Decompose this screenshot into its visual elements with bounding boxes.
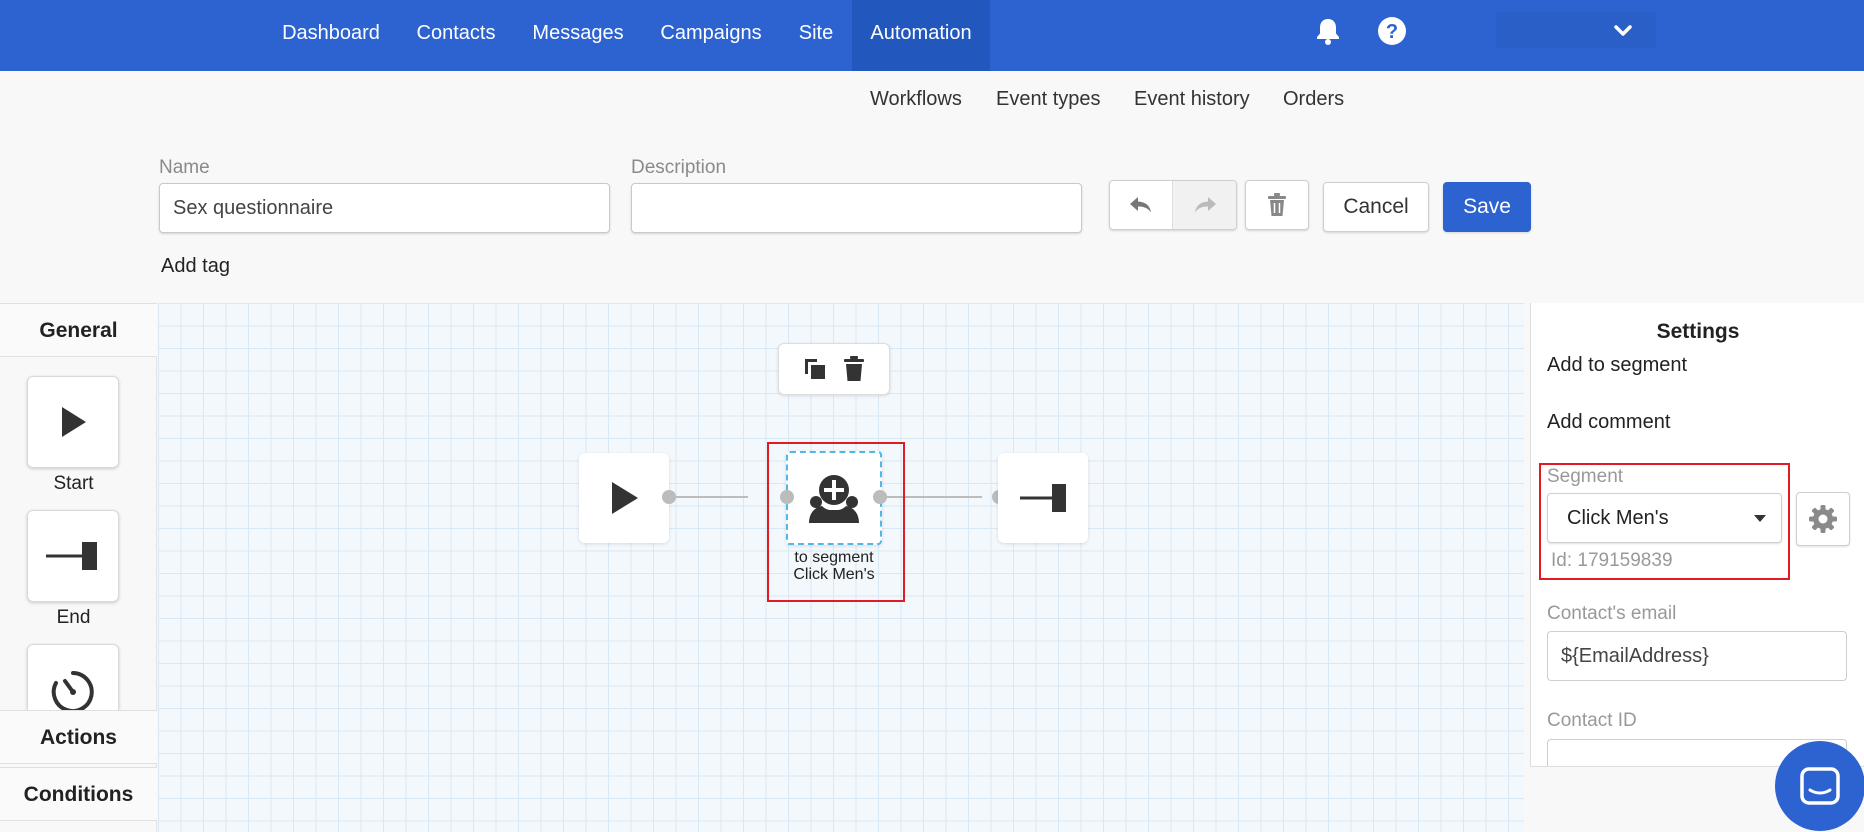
connection-port[interactable] (662, 490, 676, 504)
settings-action-name: Add to segment (1547, 354, 1688, 376)
subnav-event-history[interactable]: Event history (1134, 88, 1250, 111)
connector-line (668, 496, 748, 498)
palette-timer-tile[interactable] (27, 644, 119, 711)
end-icon (1020, 484, 1066, 512)
settings-title: Settings (1656, 320, 1740, 343)
play-icon (62, 407, 86, 437)
nav-site[interactable]: Site (786, 0, 846, 71)
cancel-button[interactable]: Cancel (1323, 182, 1429, 232)
canvas-start-node[interactable] (579, 453, 669, 543)
description-input[interactable] (631, 183, 1082, 233)
chat-launcher-button[interactable] (1775, 741, 1864, 831)
undo-icon (1130, 197, 1151, 213)
palette-conditions-header[interactable]: Conditions (0, 767, 157, 821)
trash-icon[interactable] (842, 356, 866, 382)
nav-dashboard[interactable]: Dashboard (268, 0, 394, 71)
palette-start-label: Start (53, 473, 94, 494)
chevron-down-icon[interactable] (1613, 22, 1633, 45)
timer-icon (51, 671, 94, 711)
copy-icon[interactable] (802, 356, 828, 382)
undo-button[interactable] (1110, 181, 1174, 229)
contact-email-value: ${EmailAddress} (1561, 644, 1709, 667)
highlight-box (1539, 463, 1790, 580)
node-toolbar (778, 343, 890, 395)
redo-button[interactable] (1173, 181, 1236, 229)
undo-redo-group (1109, 180, 1237, 230)
element-palette: General Start End Actions Conditions (0, 303, 157, 832)
palette-end-label: End (56, 607, 91, 628)
contact-id-label: Contact ID (1547, 710, 1637, 731)
add-tag-link[interactable]: Add tag (161, 255, 230, 278)
gear-icon (1809, 505, 1837, 533)
contact-email-label: Contact's email (1547, 603, 1677, 624)
end-icon (46, 542, 97, 570)
palette-actions-header[interactable]: Actions (0, 710, 157, 764)
subnav-event-types[interactable]: Event types (996, 88, 1101, 111)
subnav-orders[interactable]: Orders (1283, 88, 1344, 111)
svg-text:?: ? (1386, 21, 1398, 43)
description-label: Description (631, 157, 727, 178)
contact-email-input[interactable]: ${EmailAddress} (1547, 631, 1847, 681)
palette-end-tile[interactable] (27, 510, 119, 602)
add-comment-link[interactable]: Add comment (1547, 411, 1670, 434)
play-icon (612, 482, 638, 514)
trash-icon (1268, 193, 1286, 216)
palette-general-header[interactable]: General (0, 303, 157, 357)
redo-icon (1194, 197, 1216, 213)
name-label: Name (159, 157, 210, 178)
nav-contacts[interactable]: Contacts (402, 0, 510, 71)
name-input[interactable] (159, 183, 610, 233)
delete-workflow-button[interactable] (1245, 180, 1309, 230)
highlight-box (767, 442, 905, 602)
save-button[interactable]: Save (1443, 182, 1531, 232)
bell-icon[interactable] (1314, 16, 1342, 51)
top-navigation: Dashboard Contacts Messages Campaigns Si… (0, 0, 1864, 71)
subnav-workflows[interactable]: Workflows (870, 88, 962, 111)
chat-icon (1800, 767, 1840, 805)
nav-campaigns[interactable]: Campaigns (650, 0, 772, 71)
segment-settings-button[interactable] (1796, 492, 1850, 546)
help-icon[interactable]: ? (1377, 16, 1407, 51)
canvas-end-node[interactable] (998, 453, 1088, 543)
palette-start-tile[interactable] (27, 376, 119, 468)
nav-automation[interactable]: Automation (852, 0, 990, 71)
nav-messages[interactable]: Messages (520, 0, 636, 71)
